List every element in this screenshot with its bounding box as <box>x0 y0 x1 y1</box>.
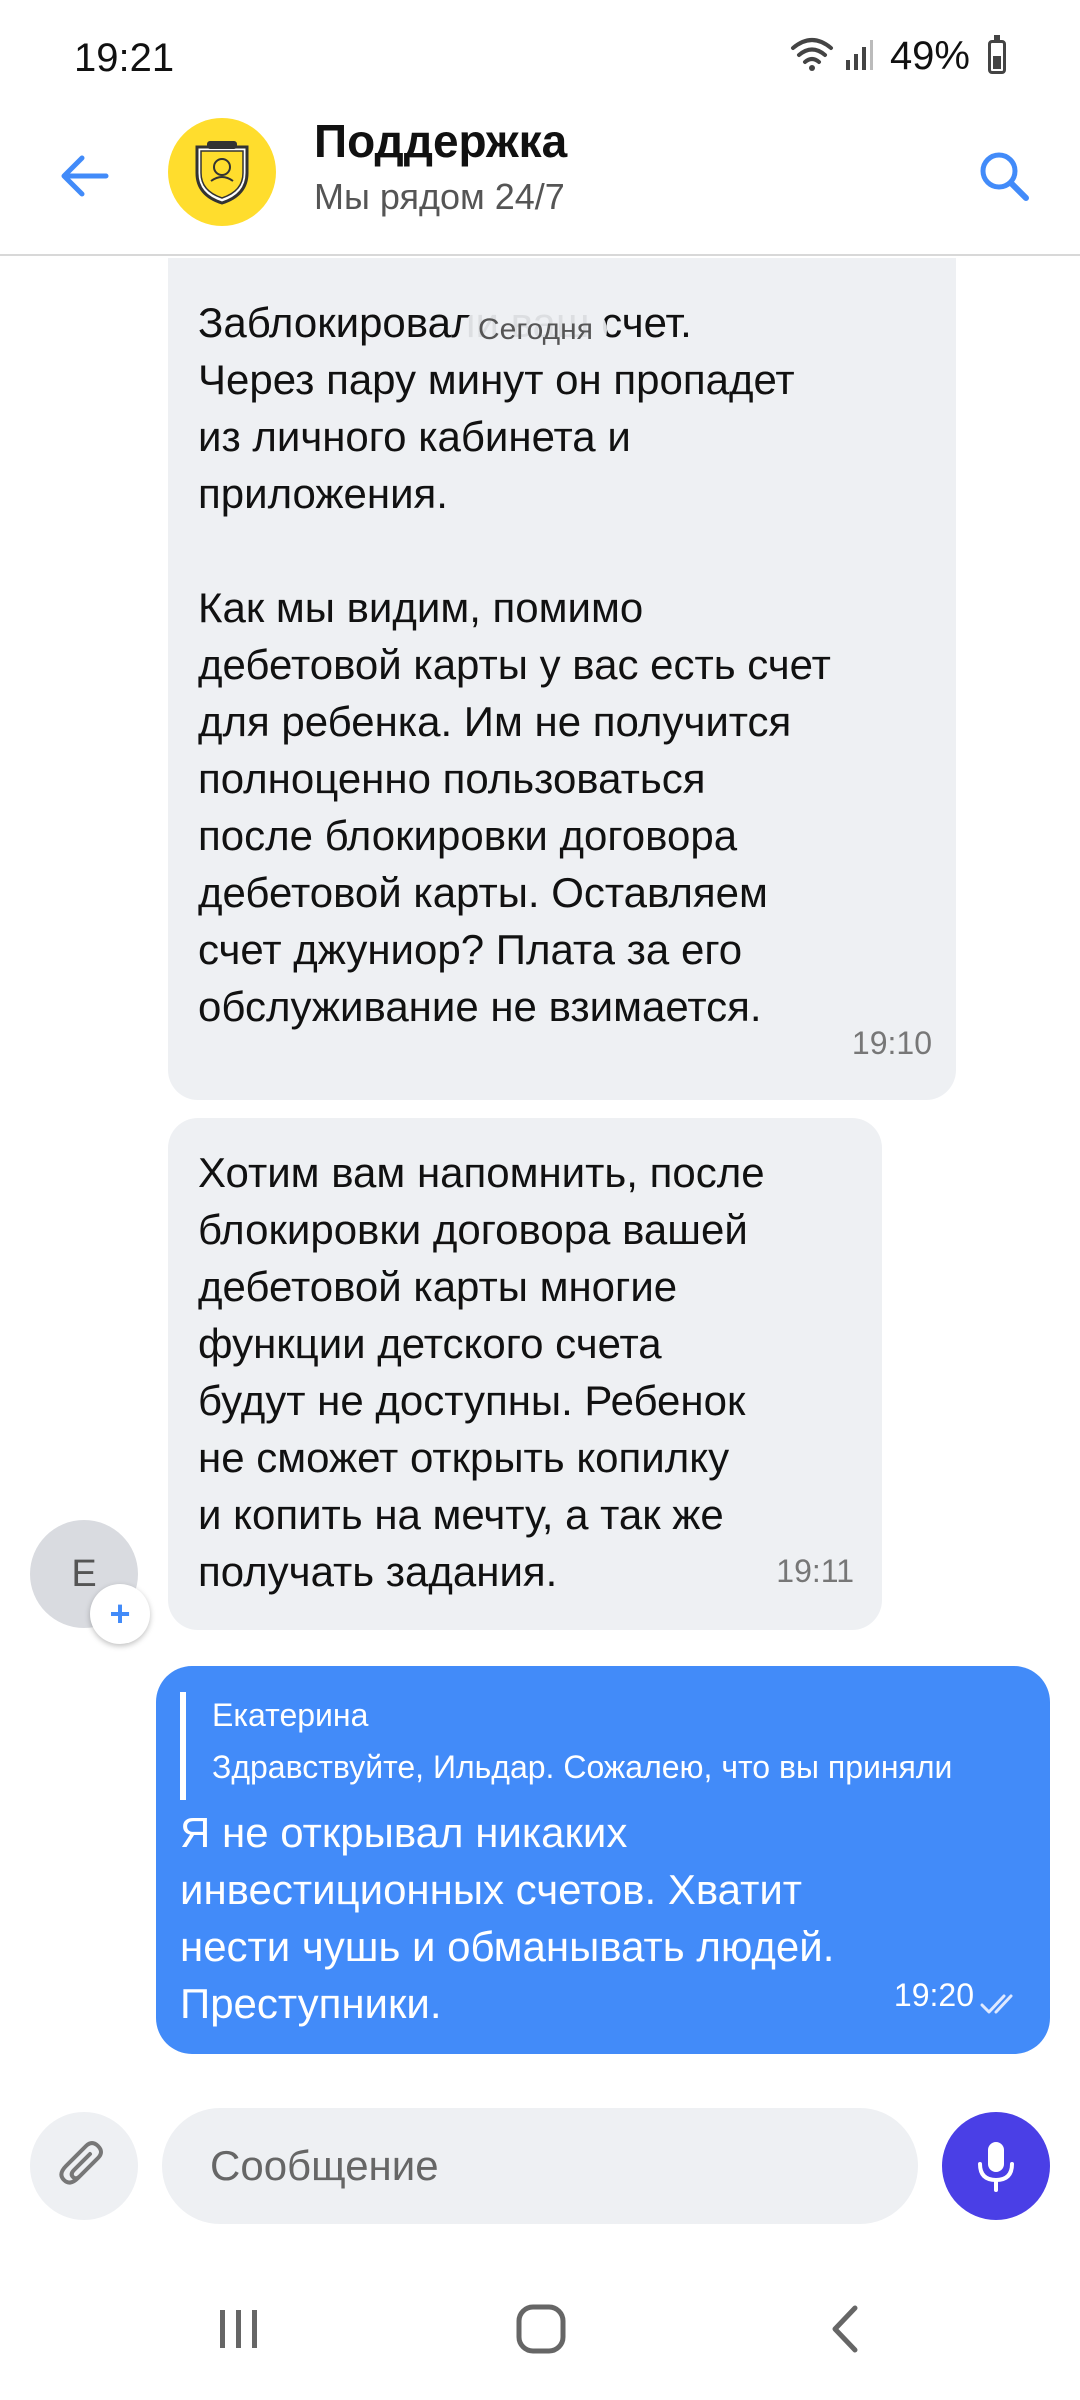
mic-button[interactable] <box>942 2112 1050 2220</box>
double-check-icon <box>980 1994 1013 2014</box>
chat-title[interactable]: Поддержка <box>314 114 567 168</box>
microphone-icon <box>978 2142 1014 2192</box>
message-time: 19:11 <box>776 1553 854 1589</box>
attach-button[interactable] <box>30 2112 138 2220</box>
status-indicators: 49% <box>790 34 1006 79</box>
reply-quote[interactable]: Екатерина Здравствуйте, Ильдар. Сожалею,… <box>180 1692 1030 1800</box>
status-time: 19:21 <box>74 36 175 80</box>
sender-initial: Е <box>71 1552 97 1595</box>
arrow-left-icon <box>61 155 109 197</box>
message-composer <box>0 2078 1080 2258</box>
reply-author: Екатерина <box>212 1697 369 1733</box>
message-text: Заблокировали ваш счет. Через пару минут… <box>198 299 831 1030</box>
bank-emblem-icon <box>195 141 249 205</box>
plus-icon: + <box>109 1593 131 1634</box>
date-separator: Сегодня <box>464 308 607 352</box>
message-text: Хотим вам напомнить, после блокировки до… <box>198 1149 765 1595</box>
message-time: 19:10 <box>851 1025 932 1061</box>
message-time: 19:20 <box>893 1977 974 2013</box>
outgoing-message[interactable]: Екатерина Здравствуйте, Ильдар. Сожалею,… <box>156 1666 1050 2054</box>
recents-button[interactable] <box>194 2294 284 2364</box>
reply-preview: Здравствуйте, Ильдар. Сожалею, что вы пр… <box>212 1749 953 1785</box>
back-chevron-icon <box>832 2305 858 2353</box>
search-icon <box>980 152 1029 201</box>
message-input[interactable] <box>162 2108 918 2224</box>
chat-avatar-logo[interactable] <box>168 118 276 226</box>
paperclip-icon <box>59 2141 103 2185</box>
chat-subtitle: Мы рядом 24/7 <box>314 176 565 217</box>
chat-header: Поддержка Мы рядом 24/7 <box>0 100 1080 256</box>
battery-icon <box>988 34 1006 74</box>
incoming-message[interactable]: Хотим вам напомнить, после блокировки до… <box>168 1118 882 1630</box>
wifi-icon <box>790 36 834 77</box>
add-contact-button[interactable]: + <box>90 1584 150 1644</box>
battery-percent: 49% <box>889 34 970 78</box>
system-nav-bar <box>0 2258 1080 2400</box>
back-button[interactable] <box>48 140 120 212</box>
message-list[interactable]: Заблокировали ваш счет. Через пару минут… <box>0 258 1080 2078</box>
home-icon <box>516 2304 566 2354</box>
signal-icon <box>844 38 874 75</box>
incoming-message[interactable]: Заблокировали ваш счет. Через пару минут… <box>168 258 956 1100</box>
system-back-button[interactable] <box>800 2294 890 2364</box>
search-button[interactable] <box>964 136 1044 216</box>
home-button[interactable] <box>496 2294 586 2364</box>
recents-icon <box>220 2310 257 2348</box>
